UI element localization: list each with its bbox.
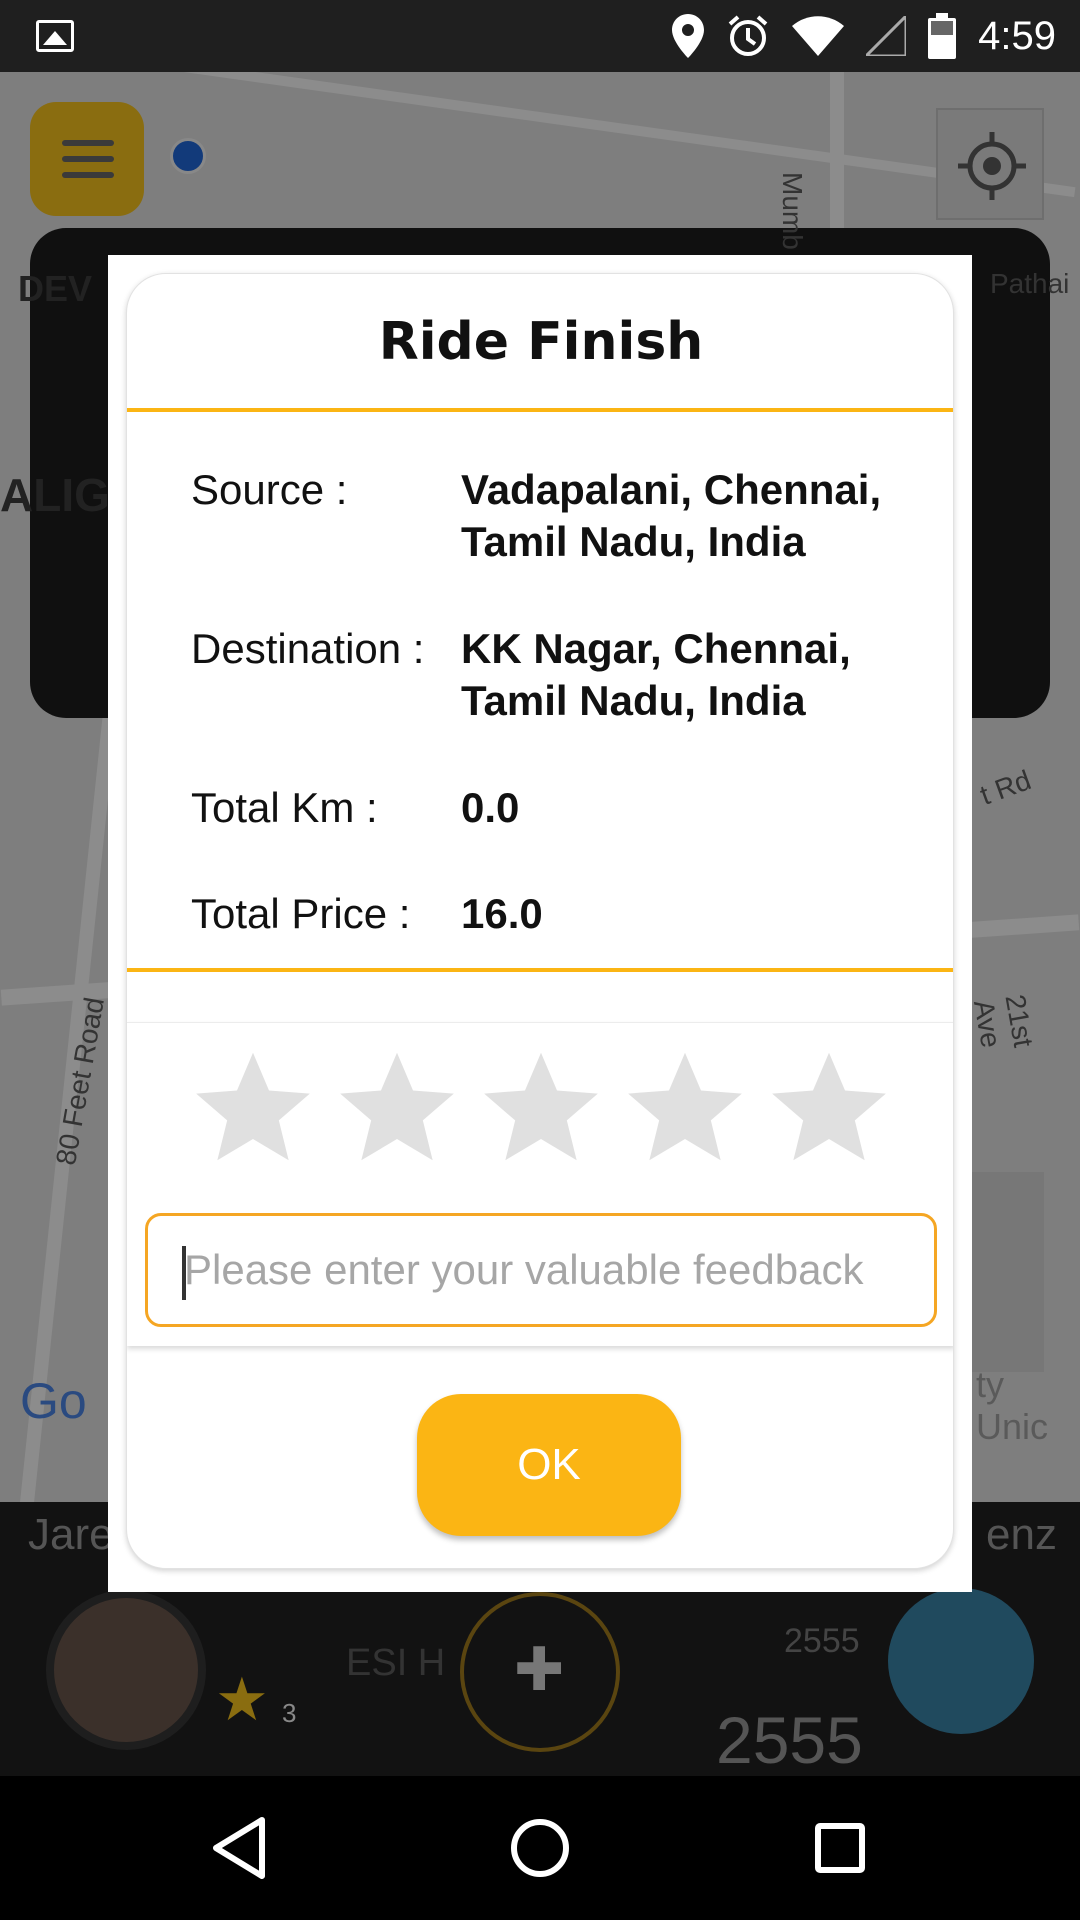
vehicle-number: 2555 [716,1703,863,1776]
recents-button[interactable] [750,1776,930,1920]
destination-label: Destination : [191,625,425,672]
total-price-label: Total Price : [191,890,411,937]
total-km-label: Total Km : [191,784,378,831]
vehicle-number-small: 2555 [784,1622,860,1660]
driver-rating: 3 [282,1698,297,1728]
map-label: 80 Feet Road [50,994,110,1168]
ride-finish-card: Ride Finish Source : Vadapalani, Chennai… [126,273,954,1569]
map-label: DEV [18,268,93,309]
menu-button[interactable] [30,102,144,216]
total-km-value: 0.0 [461,784,520,831]
wifi-icon [792,16,845,56]
ok-button[interactable]: OK [417,1394,681,1536]
driver-name: Jare [28,1510,114,1559]
destination-value: KK Nagar, Chennai, Tamil Nadu, India [461,625,851,724]
status-bar: 4:59 [0,0,1080,72]
map-road [4,72,1076,198]
divider [127,408,953,412]
place-label: ESI H [346,1642,446,1684]
text-cursor [182,1246,186,1300]
menu-icon [62,140,114,146]
feedback-input[interactable] [148,1216,934,1324]
my-location-button[interactable] [936,108,1044,220]
star-icon[interactable] [191,1045,315,1169]
alarm-icon [728,15,768,56]
total-price-value: 16.0 [461,890,543,937]
navigation-bar [0,1776,1080,1920]
map-label: Pathai [990,268,1070,299]
divider [127,968,953,972]
taxi-car-icon [888,1588,1034,1734]
action-menu-button[interactable]: ✚ [460,1592,620,1752]
map-label: ALIG [0,469,110,521]
recents-icon [815,1823,865,1873]
zoom-controls[interactable] [960,1172,1044,1372]
google-logo: Go [20,1373,87,1429]
crosshair-icon [958,132,1026,200]
status-time: 4:59 [978,13,1056,58]
star-icon[interactable] [335,1045,459,1169]
star-icon[interactable] [623,1045,747,1169]
ride-finish-dialog: Ride Finish Source : Vadapalani, Chennai… [108,255,972,1592]
battery-icon [928,13,957,59]
back-button[interactable] [150,1776,330,1920]
dialog-title: Ride Finish [378,312,704,372]
car-name: enz [986,1510,1057,1559]
source-label: Source : [191,466,348,513]
back-icon [213,1817,265,1879]
signal-icon [866,16,907,56]
rating-section [127,1022,953,1346]
location-pin-icon [672,14,705,58]
map-label: 21st Ave [967,992,1040,1050]
home-icon [511,1819,569,1877]
star-icon[interactable] [767,1045,891,1169]
avatar[interactable] [46,1590,206,1750]
plus-icon: ✚ [514,1635,565,1705]
status-icons: 4:59 [672,12,1056,60]
source-value: Vadapalani, Chennai, Tamil Nadu, India [461,466,882,565]
rating-bar[interactable] [191,1045,891,1175]
star-icon[interactable] [479,1045,603,1169]
map-label: ty Unic [976,1364,1049,1447]
menu-icon [62,172,114,178]
menu-icon [62,156,114,162]
feedback-field[interactable] [145,1213,937,1327]
map-label: t Rd [976,764,1035,811]
home-button[interactable] [450,1776,630,1920]
image-icon [36,20,74,52]
map-label: Mumb [777,172,808,250]
rating-star-icon: ★ [215,1665,269,1735]
current-location-dot [170,138,206,174]
